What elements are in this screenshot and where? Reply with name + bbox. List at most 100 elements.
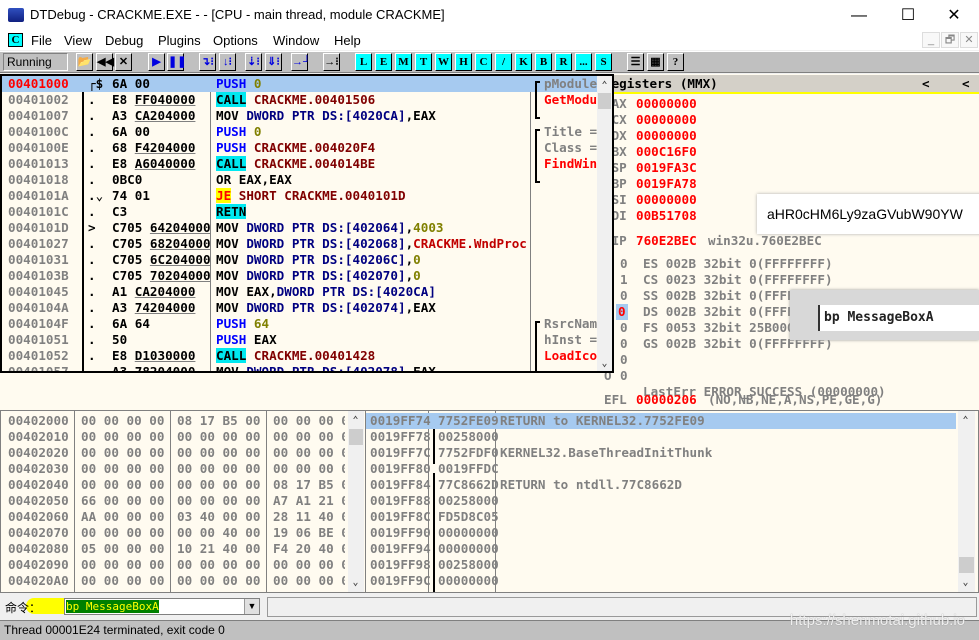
dump-bytes[interactable]: 03 40 00 00 [177, 509, 260, 525]
dump-bytes[interactable]: 00 00 00 00 [81, 461, 164, 477]
dump-bytes[interactable]: AA 00 00 00 [81, 509, 164, 525]
scroll-down-icon[interactable]: ⌄ [348, 575, 363, 591]
dump-bytes[interactable]: 00 00 00 00 [177, 429, 260, 445]
disasm-row[interactable]: 00401013. E8 A6040000 CALL CRACKME.004014B… [2, 156, 598, 172]
disasm-row[interactable]: 0040103B. C705 70204000 MOV DWORD PTR DS:[… [2, 268, 598, 284]
register-value-ebp[interactable]: 0019FA78 [636, 176, 697, 192]
disasm-row[interactable]: 00401031. C705 6C204000 MOV DWORD PTR DS:[… [2, 252, 598, 268]
dump-bytes[interactable]: 00 00 00 00 [273, 573, 345, 589]
disasm-row[interactable]: 0040101C. C3 RETN [2, 204, 598, 220]
flag-value-c[interactable]: 0 [620, 256, 628, 272]
open-button[interactable]: 📂 [76, 53, 93, 71]
disasm-row[interactable]: 00401045. A1 CA204000 MOV EAX,DWORD PTR DS… [2, 284, 598, 300]
scroll-down-icon[interactable]: ⌄ [597, 356, 612, 371]
dump-bytes[interactable]: F4 20 40 00 [273, 541, 345, 557]
memory-button[interactable]: M [395, 53, 412, 71]
scroll-thumb[interactable] [959, 557, 974, 573]
dump-bytes[interactable]: 08 17 B5 00 [177, 413, 260, 429]
dump-bytes[interactable]: 10 21 40 00 [177, 541, 260, 557]
run-trace-button[interactable]: ... [575, 53, 592, 71]
dump-bytes[interactable]: 19 06 BE 00 [273, 525, 345, 541]
dump-bytes[interactable]: 28 11 40 00 [273, 509, 345, 525]
disasm-row[interactable]: 00401002. E8 FF040000 CALL CRACKME.0040150… [2, 92, 598, 108]
cpu-button[interactable]: C [475, 53, 492, 71]
dump-bytes[interactable]: 00 00 00 00 [177, 461, 260, 477]
dump-bytes[interactable]: 00 00 00 00 [81, 413, 164, 429]
flag-value-d[interactable]: 0 [620, 352, 628, 368]
flag-value-z[interactable]: 0 [616, 304, 628, 320]
dump-bytes[interactable]: A7 A1 21 00 [273, 493, 345, 509]
stack-row[interactable]: 0019FF84 77C8662D RETURN to ntdll.77C8662D [366, 477, 956, 493]
dump-bytes[interactable]: 00 00 00 00 [273, 461, 345, 477]
go-to-button[interactable]: →⁝ [323, 53, 340, 71]
dump-address[interactable]: 00402090 [8, 557, 69, 573]
disasm-row[interactable]: 00401052. E8 D1030000 CALL CRACKME.0040142… [2, 348, 598, 364]
dump-address[interactable]: 00402080 [8, 541, 69, 557]
dump-address[interactable]: 00402060 [8, 509, 69, 525]
stack-row[interactable]: 0019FF94 00000000 [366, 541, 956, 557]
dump-bytes[interactable]: 00 00 00 00 [81, 525, 164, 541]
restart-button[interactable]: ◀◀ [96, 53, 114, 71]
disasm-row[interactable]: 00401018. 0BC0 OR EAX,EAX [2, 172, 598, 188]
windows-button[interactable]: W [435, 53, 452, 71]
mdi-restore-button[interactable]: 🗗 [941, 32, 959, 48]
help-button[interactable]: ? [667, 53, 684, 71]
menu-options[interactable]: Options [213, 33, 258, 48]
command-input[interactable]: bp MessageBoxA [64, 598, 260, 615]
flag-value-p[interactable]: 1 [620, 272, 628, 288]
menu-debug[interactable]: Debug [105, 33, 143, 48]
log-button[interactable]: L [355, 53, 372, 71]
dump-address[interactable]: 00402020 [8, 445, 69, 461]
dump-address[interactable]: 00402030 [8, 461, 69, 477]
disasm-row[interactable]: 0040100E. 68 F4204000 PUSH CRACKME.004020F… [2, 140, 598, 156]
threads-button[interactable]: T [415, 53, 432, 71]
registers-header[interactable]: Registers (MMX) < < [600, 75, 979, 94]
disasm-row[interactable]: 00401007. A3 CA204000 MOV DWORD PTR DS:[40… [2, 108, 598, 124]
call-stack-button[interactable]: K [515, 53, 532, 71]
scroll-up-icon[interactable]: ⌃ [958, 413, 973, 429]
dump-bytes[interactable]: 66 00 00 00 [81, 493, 164, 509]
dump-address[interactable]: 00402050 [8, 493, 69, 509]
list-button[interactable]: ☰ [627, 53, 644, 71]
step-over-button[interactable]: ↓⁝ [219, 53, 236, 71]
patches-button[interactable]: / [495, 53, 512, 71]
register-value-efl[interactable]: 00000206 [636, 392, 697, 408]
dump-bytes[interactable]: 00 00 00 00 [177, 493, 260, 509]
dump-bytes[interactable]: 00 00 00 00 [273, 557, 345, 573]
dump-scrollbar[interactable]: ⌃ ⌄ [348, 411, 364, 592]
disasm-row[interactable]: 00401000 ┌$ 6A 00 PUSH 0 pModule [2, 76, 598, 92]
close-button[interactable]: ✕ [115, 53, 132, 71]
menu-plugins[interactable]: Plugins [158, 33, 201, 48]
scroll-up-icon[interactable]: ⌃ [348, 413, 363, 429]
dump-bytes[interactable]: 05 00 00 00 [81, 541, 164, 557]
dump-bytes[interactable]: 00 00 00 00 [81, 429, 164, 445]
flag-value-s[interactable]: 0 [620, 320, 628, 336]
step-into-button[interactable]: ↴⁝ [199, 53, 216, 71]
stack-row[interactable]: 0019FF9C 00000000 [366, 573, 956, 589]
disasm-row[interactable]: 00401057. A3 78204000 MOV DWORD PTR DS:[40… [2, 364, 598, 371]
menu-view[interactable]: View [64, 33, 92, 48]
dump-bytes[interactable]: 00 00 00 00 [81, 573, 164, 589]
register-value-edx[interactable]: 00000000 [636, 128, 697, 144]
breakpoints-button[interactable]: B [535, 53, 552, 71]
command-dropdown-button[interactable]: ▼ [244, 599, 259, 614]
register-value-ecx[interactable]: 00000000 [636, 112, 697, 128]
dump-bytes[interactable]: 00 00 40 00 [177, 525, 260, 541]
dump-bytes[interactable]: 08 17 B5 00 [273, 477, 345, 493]
register-value-esp[interactable]: 0019FA3C [636, 160, 697, 176]
disasm-row[interactable]: 0040104F. 6A 64 PUSH 64 RsrcNam [2, 316, 598, 332]
register-value-eax[interactable]: 00000000 [636, 96, 697, 112]
maximize-button[interactable]: ☐ [885, 4, 931, 28]
disasm-row[interactable]: 0040104A. A3 74204000 MOV DWORD PTR DS:[40… [2, 300, 598, 316]
stack-row[interactable]: 0019FF90 00000000 [366, 525, 956, 541]
trace-into-button[interactable]: ⇣⁝ [245, 53, 262, 71]
references-button[interactable]: R [555, 53, 572, 71]
dump-bytes[interactable]: 00 00 00 00 [177, 557, 260, 573]
flag-value-t[interactable]: 0 [620, 336, 628, 352]
pause-button[interactable]: ❚❚ [167, 53, 186, 71]
next-view-button[interactable]: < [962, 76, 970, 92]
execute-till-return-button[interactable]: →┘ [291, 53, 311, 71]
cpu-window-icon[interactable]: C [8, 33, 23, 47]
scroll-thumb[interactable] [598, 93, 611, 109]
menu-help[interactable]: Help [334, 33, 361, 48]
